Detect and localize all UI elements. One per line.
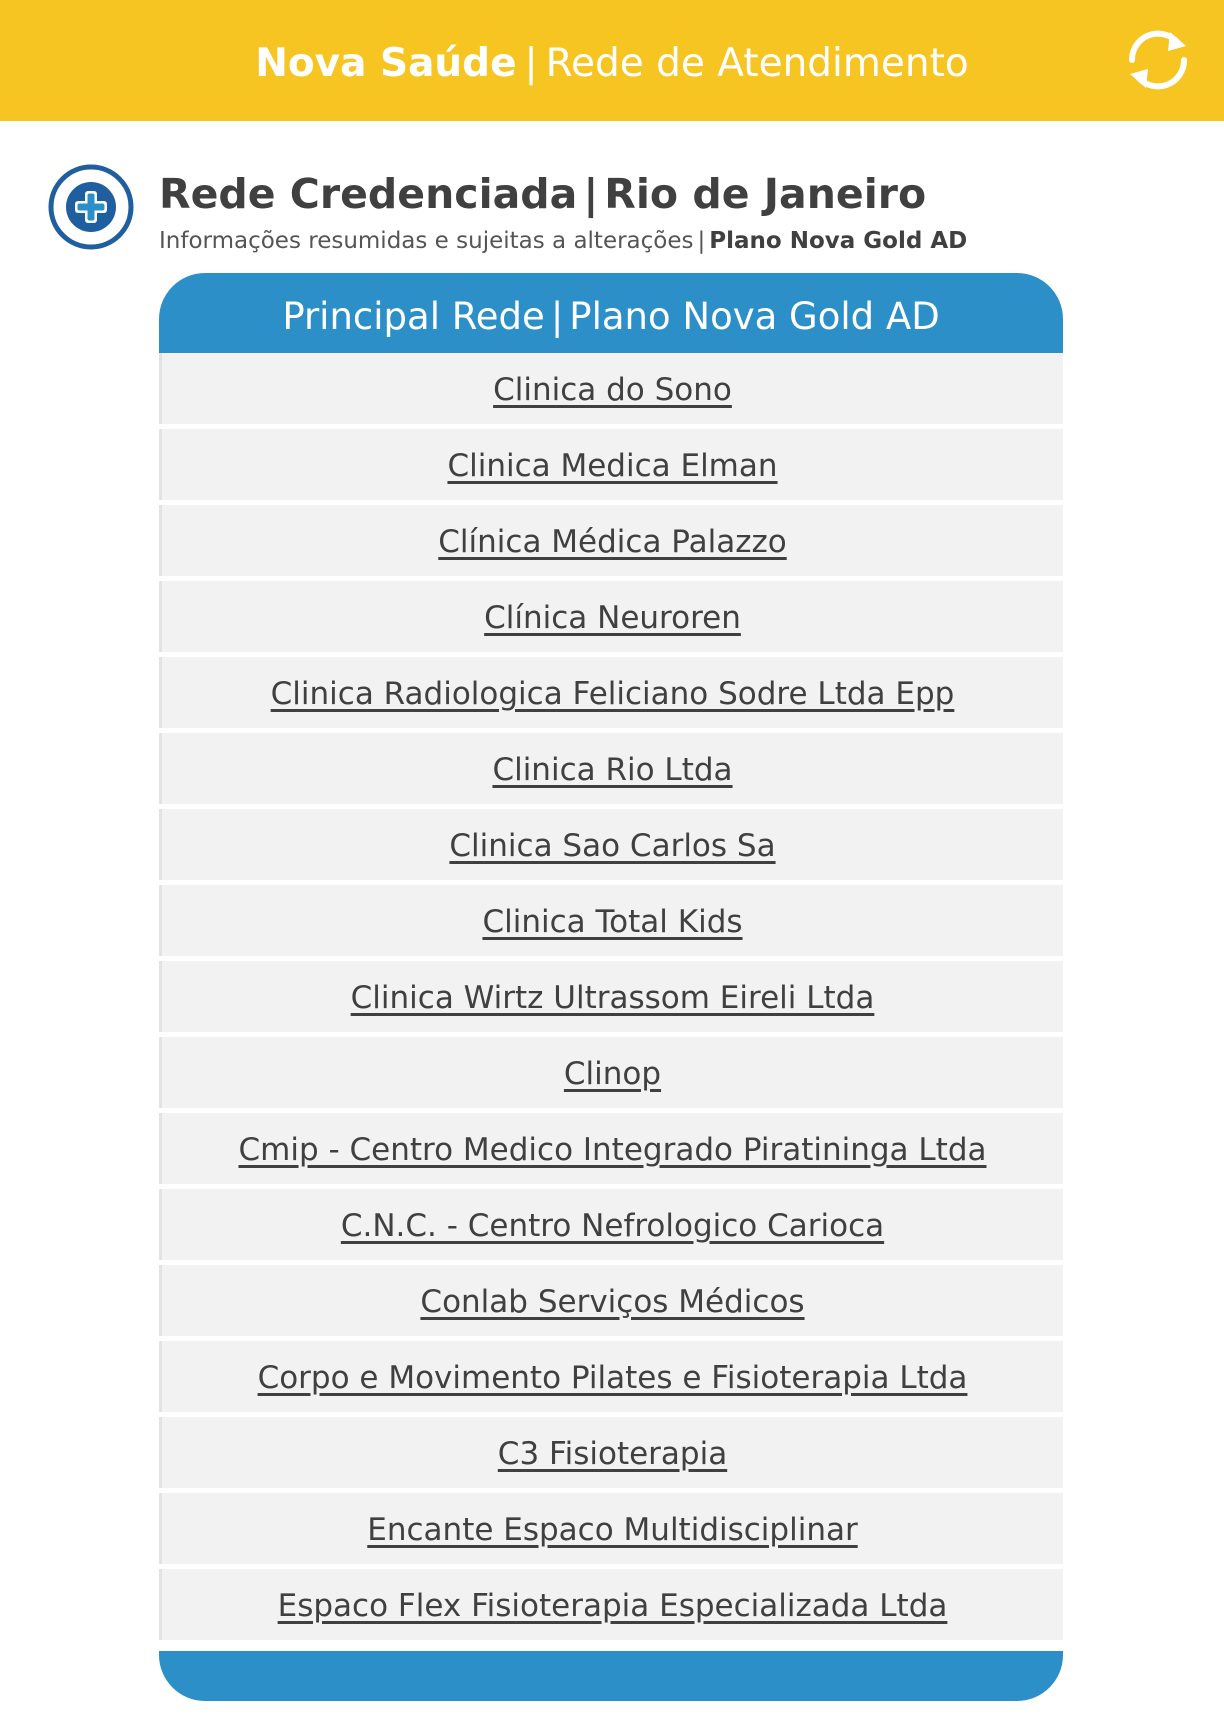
- network-panel: Principal Rede | Plano Nova Gold AD Clinic…: [159, 273, 1063, 1701]
- provider-link[interactable]: Clinica Rio Ltda: [492, 752, 732, 788]
- panel-footer: [159, 1651, 1063, 1701]
- provider-link[interactable]: Clinica Wirtz Ultrassom Eireli Ltda: [351, 980, 875, 1016]
- list-item: Espaco Flex Fisioterapia Especializada L…: [159, 1569, 1063, 1640]
- provider-link[interactable]: Espaco Flex Fisioterapia Especializada L…: [278, 1588, 948, 1624]
- provider-link[interactable]: Cmip - Centro Medico Integrado Piratinin…: [238, 1132, 986, 1168]
- plan-name: Plano Nova Gold AD: [709, 228, 968, 254]
- subtitle-separator: |: [697, 228, 706, 254]
- list-item: Conlab Serviços Médicos: [159, 1265, 1063, 1336]
- provider-link[interactable]: Clinica Radiologica Feliciano Sodre Ltda…: [271, 676, 955, 712]
- list-item: Clinica do Sono: [159, 353, 1063, 424]
- list-item: Clinica Total Kids: [159, 885, 1063, 956]
- provider-link[interactable]: Clinica Total Kids: [482, 904, 742, 940]
- provider-link[interactable]: C3 Fisioterapia: [498, 1436, 727, 1472]
- provider-link[interactable]: Clinica do Sono: [493, 372, 732, 408]
- page-title-city: Rio de Janeiro: [604, 170, 927, 218]
- list-item: Clínica Neuroren: [159, 581, 1063, 652]
- panel-header-separator: |: [550, 295, 564, 338]
- app-header: Nova Saúde | Rede de Atendimento: [0, 0, 1224, 121]
- provider-list: Clinica do Sono Clinica Medica Elman Clí…: [159, 353, 1063, 1640]
- provider-link[interactable]: Clinop: [564, 1056, 661, 1092]
- list-item: Clinica Wirtz Ultrassom Eireli Ltda: [159, 961, 1063, 1032]
- provider-link[interactable]: Corpo e Movimento Pilates e Fisioterapia…: [258, 1360, 968, 1396]
- panel-header-left: Principal Rede: [282, 295, 545, 338]
- provider-link[interactable]: Clinica Sao Carlos Sa: [449, 828, 775, 864]
- provider-link[interactable]: Clinica Medica Elman: [447, 448, 777, 484]
- refresh-icon[interactable]: [1120, 22, 1196, 98]
- page-title-separator: |: [583, 170, 599, 218]
- list-item: Clinop: [159, 1037, 1063, 1108]
- list-item: C.N.C. - Centro Nefrologico Carioca: [159, 1189, 1063, 1260]
- provider-link[interactable]: Conlab Serviços Médicos: [420, 1284, 804, 1320]
- title-separator: |: [524, 41, 538, 86]
- list-item: Clinica Rio Ltda: [159, 733, 1063, 804]
- list-item: Corpo e Movimento Pilates e Fisioterapia…: [159, 1341, 1063, 1412]
- page-title-main: Rede Credenciada: [159, 170, 578, 218]
- section-name: Rede de Atendimento: [545, 41, 969, 86]
- provider-link[interactable]: Clínica Médica Palazzo: [438, 524, 786, 560]
- brand-name: Nova Saúde: [255, 41, 517, 86]
- list-item: Cmip - Centro Medico Integrado Piratinin…: [159, 1113, 1063, 1184]
- panel-header-right: Plano Nova Gold AD: [569, 295, 940, 338]
- page-title: Rede Credenciada | Rio de Janeiro: [159, 168, 926, 220]
- page-subtitle: Informações resumidas e sujeitas a alter…: [159, 225, 967, 257]
- medical-cross-icon: [46, 162, 136, 252]
- list-item: Clínica Médica Palazzo: [159, 505, 1063, 576]
- list-item: Encante Espaco Multidisciplinar: [159, 1493, 1063, 1564]
- provider-link[interactable]: C.N.C. - Centro Nefrologico Carioca: [341, 1208, 884, 1244]
- list-item: C3 Fisioterapia: [159, 1417, 1063, 1488]
- provider-link[interactable]: Encante Espaco Multidisciplinar: [367, 1512, 857, 1548]
- list-item: Clinica Sao Carlos Sa: [159, 809, 1063, 880]
- subtitle-text: Informações resumidas e sujeitas a alter…: [159, 228, 694, 254]
- provider-link[interactable]: Clínica Neuroren: [484, 600, 741, 636]
- list-item: Clinica Medica Elman: [159, 429, 1063, 500]
- panel-header: Principal Rede | Plano Nova Gold AD: [159, 273, 1063, 353]
- list-item: Clinica Radiologica Feliciano Sodre Ltda…: [159, 657, 1063, 728]
- app-title: Nova Saúde | Rede de Atendimento: [0, 38, 1224, 90]
